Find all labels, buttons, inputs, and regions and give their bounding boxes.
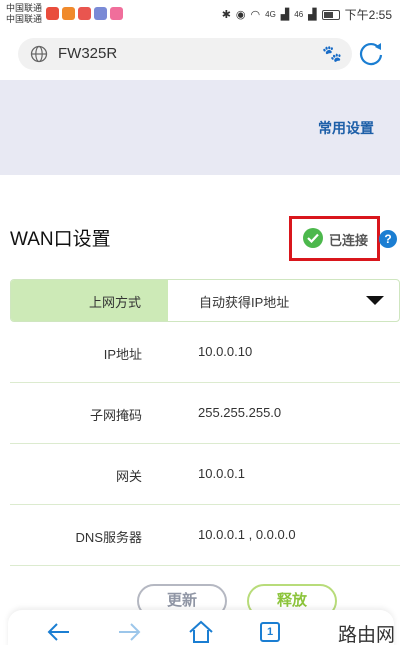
tabs-icon[interactable]: 1 <box>260 622 280 642</box>
carrier-label-1: 中国联通 <box>6 3 43 13</box>
common-settings-link[interactable]: 常用设置 <box>318 118 374 138</box>
battery-icon <box>321 9 340 20</box>
subnet-mask-value: 255.255.255.0 <box>198 405 282 420</box>
wifi-icon: ◠ <box>250 9 261 21</box>
url-text: FW325R <box>58 45 118 62</box>
connection-status-text: 已连接 <box>329 233 369 248</box>
app-notification-icon <box>78 7 91 20</box>
header-banner: 常用设置 <box>0 80 400 175</box>
gateway-value: 10.0.0.1 <box>198 466 245 481</box>
home-icon[interactable] <box>188 620 214 644</box>
dns-server-row: DNS服务器 10.0.0.1 , 0.0.0.0 <box>10 505 400 566</box>
browser-toolbar: FW325R 🐾 <box>0 28 400 80</box>
signal-icon: ▟ <box>280 9 290 21</box>
subnet-mask-row: 子网掩码 255.255.255.0 <box>10 383 400 444</box>
dns-server-value: 10.0.0.1 , 0.0.0.0 <box>198 527 296 542</box>
address-bar[interactable]: FW325R 🐾 <box>18 38 352 70</box>
forward-arrow-icon[interactable] <box>116 620 142 644</box>
gateway-label: 网关 <box>115 469 142 484</box>
check-icon <box>303 228 323 248</box>
help-icon[interactable]: ? <box>379 230 397 248</box>
signal-label-2: 46 <box>294 10 304 19</box>
app-notification-icon <box>94 7 107 20</box>
refresh-icon[interactable] <box>358 40 384 66</box>
connection-type-label: 上网方式 <box>88 295 141 310</box>
ip-address-value: 10.0.0.10 <box>198 344 253 359</box>
weibo-notification-icon <box>46 7 59 20</box>
connection-status-highlight: 已连接 <box>289 216 380 261</box>
eye-icon: ◉ <box>235 9 246 21</box>
ip-address-row: IP地址 10.0.0.10 <box>10 322 400 383</box>
dns-server-label: DNS服务器 <box>75 530 142 545</box>
connection-type-select[interactable]: 上网方式 自动获得IP地址 <box>10 279 400 322</box>
page-title: WAN口设置 <box>10 229 111 250</box>
signal-label-1: 4G <box>265 10 276 19</box>
app-notification-icon <box>110 7 123 20</box>
paw-icon[interactable]: 🐾 <box>322 44 342 64</box>
signal-icon: ▟ <box>308 9 317 21</box>
dropdown-caret-icon[interactable] <box>366 296 384 305</box>
bluetooth-icon: ✱ <box>221 9 231 21</box>
wan-settings-form: 上网方式 自动获得IP地址 IP地址 10.0.0.10 子网掩码 255.25… <box>10 279 400 566</box>
gateway-row: 网关 10.0.0.1 <box>10 444 400 505</box>
watermark: 路由网 <box>338 624 396 645</box>
status-icons: ✱ ◉ ◠ 4G ▟ 46 ▟ 下午2:55 <box>222 6 392 23</box>
connection-type-value: 自动获得IP地址 <box>199 295 290 310</box>
clock: 下午2:55 <box>344 8 392 22</box>
browser-bottom-nav: 1 <box>8 610 394 645</box>
globe-icon <box>30 45 48 63</box>
subnet-mask-label: 子网掩码 <box>89 408 142 423</box>
carrier-label-2: 中国联通 <box>6 14 43 24</box>
back-arrow-icon[interactable] <box>46 620 72 644</box>
status-bar: 中国联通 中国联通 ✱ ◉ ◠ 4G ▟ 46 ▟ 下午2:55 <box>0 0 400 28</box>
ip-address-label: IP地址 <box>103 347 142 362</box>
app-notification-icon <box>62 7 75 20</box>
